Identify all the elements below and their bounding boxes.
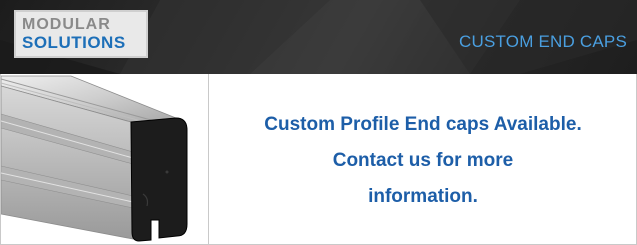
contact-message: Custom Profile End caps Available. Conta… (264, 107, 581, 215)
logo-text-solutions: SOLUTIONS (22, 33, 126, 52)
product-image-panel (1, 74, 209, 244)
page-title: CUSTOM END CAPS (459, 32, 627, 51)
header-bar: MODULAR SOLUTIONS CUSTOM END CAPS (0, 0, 637, 74)
end-caps-banner: MODULAR SOLUTIONS CUSTOM END CAPS Custom… (0, 0, 637, 245)
message-line-1: Custom Profile End caps Available. (264, 114, 582, 135)
brand-logo[interactable]: MODULAR SOLUTIONS (14, 10, 148, 58)
content-area: Custom Profile End caps Available. Conta… (0, 74, 637, 245)
message-line-3: information. (368, 186, 478, 207)
aluminum-profile-end-cap-image (1, 75, 188, 242)
message-panel: Custom Profile End caps Available. Conta… (209, 74, 637, 244)
message-line-2: Contact us for more (332, 150, 514, 171)
logo-text-modular: MODULAR (22, 16, 111, 33)
